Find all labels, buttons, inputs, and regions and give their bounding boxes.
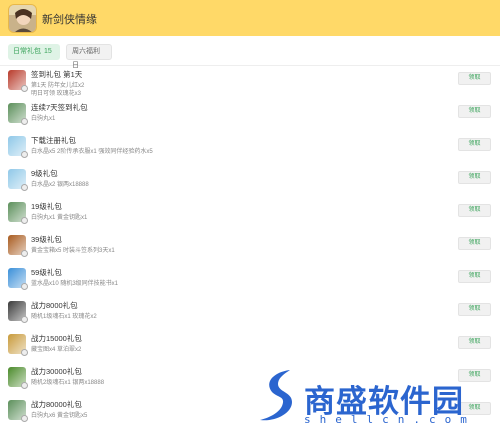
gift-title: 下载注册礼包 [31, 136, 76, 145]
claim-button[interactable]: 领取 [458, 237, 491, 250]
gift-row: 下载注册礼包白水晶x5 2阶传承衣服x1 强效同伴经验药水x5 领取 [0, 132, 500, 165]
gift-description: 白驹丸x1 [31, 116, 56, 122]
red-pot-icon [8, 70, 28, 92]
badge-dot-icon [21, 316, 28, 323]
badge-dot-icon [21, 184, 28, 191]
claim-button[interactable]: 领取 [458, 72, 491, 85]
gift-row: 39级礼包黄金宝箱x5 时装斗笠系列3天x1 领取 [0, 231, 500, 264]
badge-dot-icon [21, 283, 28, 290]
claim-button[interactable]: 领取 [458, 204, 491, 217]
gift-description: 藏宝图x4 草泊翠x2 [31, 347, 82, 353]
treasure-chest-icon [8, 235, 28, 257]
soul-stone-icon [8, 301, 28, 323]
gift-title: 19级礼包 [31, 202, 62, 211]
jade-pill-icon [8, 202, 28, 224]
gift-title: 战力80000礼包 [31, 400, 82, 409]
badge-dot-icon [21, 151, 28, 158]
claim-button[interactable]: 领取 [458, 105, 491, 118]
tab-daily-gift-count: 15 [44, 48, 52, 55]
claim-button[interactable]: 领取 [458, 336, 491, 349]
badge-dot-icon [21, 217, 28, 224]
gift-description: 白水晶x2 银两x18888 [31, 182, 89, 188]
badge-dot-icon [21, 415, 28, 422]
gift-description: 白水晶x5 2阶传承衣服x1 强效同伴经验药水x5 [31, 149, 153, 155]
badge-dot-icon [21, 85, 28, 92]
gift-title: 战力15000礼包 [31, 334, 82, 343]
badge-dot-icon [21, 250, 28, 257]
app-title: 新剑侠情缘 [42, 14, 97, 26]
gift-row: 59级礼包蓝水晶x10 随机3级同伴技能书x1 领取 [0, 264, 500, 297]
watermark-logo-icon [256, 366, 302, 424]
gift-title: 连续7天签到礼包 [31, 103, 88, 112]
gift-title: 59级礼包 [31, 268, 62, 277]
blue-crystal-icon [8, 268, 28, 290]
gift-row: 19级礼包白驹丸x1 黄金钥匙x1 领取 [0, 198, 500, 231]
watermark-subtext: shellcn.com [304, 413, 476, 426]
jade-pill-icon [8, 400, 28, 422]
gift-description: 随机1级魂石x1 玫瑰花x2 [31, 314, 97, 320]
gift-description: 白驹丸x6 黄金钥匙x5 [31, 413, 88, 419]
tab-saturday-welfare[interactable]: 周六福利日 [66, 44, 112, 69]
badge-dot-icon [21, 349, 28, 356]
gift-title: 9级礼包 [31, 169, 58, 178]
claim-button[interactable]: 领取 [458, 303, 491, 316]
claim-button[interactable]: 领取 [458, 171, 491, 184]
gift-description: 白驹丸x1 黄金钥匙x1 [31, 215, 88, 221]
white-crystal-icon [8, 169, 28, 191]
tab-daily-gift[interactable]: 日常礼包 15 [8, 44, 60, 60]
white-crystal-icon [8, 136, 28, 158]
gift-description: 随机2级魂石x1 银两x18888 [31, 380, 105, 386]
badge-dot-icon [21, 382, 28, 389]
app-avatar-icon [8, 4, 37, 33]
gift-title: 战力30000礼包 [31, 367, 82, 376]
gift-row: 签到礼包 第1天第1天 防年女儿红x2 明日可领 玫瑰花x3 领取 [0, 66, 500, 99]
treasure-map-icon [8, 334, 28, 356]
tab-bar: 日常礼包 15 周六福利日 [0, 36, 500, 69]
soul-stone-icon [8, 367, 28, 389]
claim-button[interactable]: 领取 [458, 138, 491, 151]
header-bar: 新剑侠情缘 [0, 0, 500, 36]
gift-title: 39级礼包 [31, 235, 62, 244]
gift-row: 9级礼包白水晶x2 银两x18888 领取 [0, 165, 500, 198]
gift-title: 签到礼包 第1天 [31, 70, 83, 79]
gift-description: 蓝水晶x10 随机3级同伴技能书x1 [31, 281, 119, 287]
gift-title: 战力8000礼包 [31, 301, 78, 310]
claim-button[interactable]: 领取 [458, 270, 491, 283]
gift-row: 战力15000礼包 藏宝图x4 草泊翠x2 领取 [0, 330, 500, 363]
gift-description: 第1天 防年女儿红x2 明日可领 玫瑰花x3 [31, 83, 85, 97]
gift-row: 连续7天签到礼包 白驹丸x1 领取 [0, 99, 500, 132]
tab-daily-gift-label: 日常礼包 [13, 48, 41, 55]
jade-pill-icon [8, 103, 28, 125]
gift-description: 黄金宝箱x5 时装斗笠系列3天x1 [31, 248, 115, 254]
badge-dot-icon [21, 118, 28, 125]
gift-row: 战力8000礼包随机1级魂石x1 玫瑰花x2 领取 [0, 297, 500, 330]
